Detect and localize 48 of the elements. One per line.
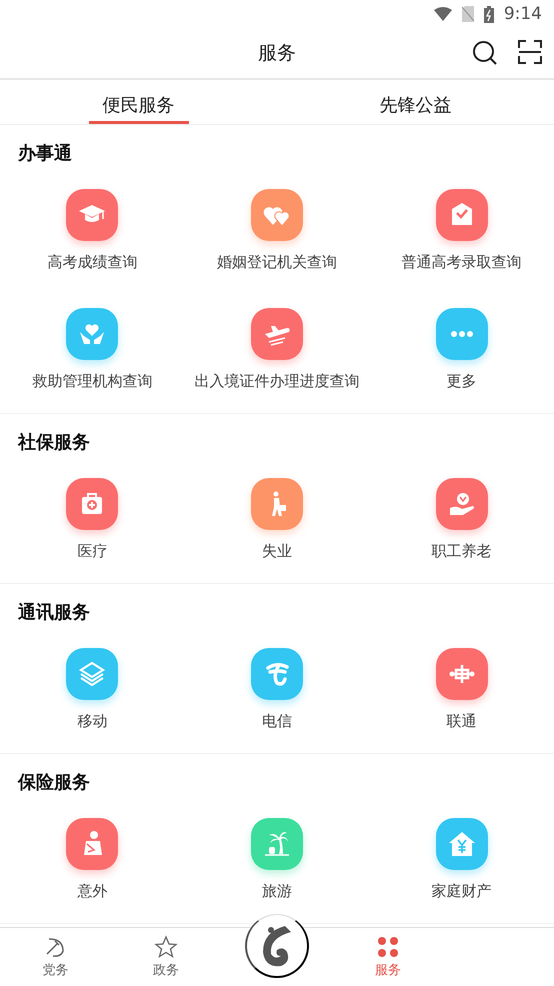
palm-tree-icon[interactable] bbox=[250, 818, 303, 870]
scan-icon[interactable] bbox=[518, 40, 542, 64]
section-title: 通讯服务 bbox=[17, 601, 90, 624]
medical-kit-icon[interactable] bbox=[66, 478, 118, 530]
section-title: 办事通 bbox=[16, 142, 72, 165]
nav-item[interactable]: 党务 bbox=[0, 928, 111, 986]
search-icon[interactable] bbox=[472, 40, 498, 66]
service-label[interactable]: 意外 bbox=[77, 882, 108, 901]
swirl-icon[interactable] bbox=[250, 648, 303, 700]
hearts-icon[interactable] bbox=[250, 189, 303, 241]
layers-icon[interactable] bbox=[66, 648, 118, 700]
service-label[interactable]: 出入境证件办理进度查询 bbox=[194, 372, 360, 391]
service-label[interactable]: 医疗 bbox=[77, 542, 108, 561]
nav-item[interactable]: 服务 bbox=[332, 928, 444, 986]
service-label[interactable]: 救助管理机构查询 bbox=[32, 372, 152, 391]
service-label[interactable]: 电信 bbox=[262, 712, 292, 731]
person-briefcase-icon[interactable] bbox=[250, 478, 303, 530]
graduation-cap-icon[interactable] bbox=[66, 189, 118, 241]
service-label[interactable]: 移动 bbox=[77, 712, 108, 731]
service-label[interactable]: 失业 bbox=[262, 542, 292, 561]
nav-item[interactable]: 政务 bbox=[110, 928, 222, 986]
star-icon bbox=[154, 935, 178, 959]
service-label[interactable]: 普通高考录取查询 bbox=[402, 253, 522, 272]
service-label[interactable]: 旅游 bbox=[262, 882, 292, 901]
dots-grid-icon bbox=[376, 935, 400, 959]
service-label[interactable]: 职工养老 bbox=[432, 542, 492, 561]
service-label[interactable]: 高考成绩查询 bbox=[47, 253, 138, 272]
no-sim-icon bbox=[462, 6, 474, 22]
page-title: 服务 bbox=[258, 41, 296, 66]
service-label[interactable]: 家庭财产 bbox=[432, 882, 492, 901]
tab[interactable]: 先锋公益 bbox=[366, 80, 466, 124]
more-icon[interactable] bbox=[436, 308, 488, 360]
tab[interactable]: 便民服务 bbox=[88, 80, 188, 124]
person-icon[interactable] bbox=[66, 818, 118, 870]
knot-icon[interactable] bbox=[436, 648, 488, 700]
wifi-icon bbox=[434, 7, 452, 21]
hand-heart-icon[interactable] bbox=[66, 308, 118, 360]
hand-icon[interactable] bbox=[436, 478, 488, 530]
house-icon[interactable] bbox=[436, 818, 488, 870]
status-time: 9:14 bbox=[504, 4, 542, 24]
service-label[interactable]: 婚姻登记机关查询 bbox=[216, 253, 337, 272]
service-label[interactable]: 联通 bbox=[446, 712, 477, 731]
section-title: 保险服务 bbox=[16, 771, 90, 794]
service-label[interactable]: 更多 bbox=[446, 372, 477, 391]
battery-icon bbox=[484, 6, 494, 22]
airplane-icon[interactable] bbox=[250, 308, 303, 360]
section-title: 社保服务 bbox=[16, 431, 90, 454]
envelope-icon[interactable] bbox=[436, 189, 488, 241]
